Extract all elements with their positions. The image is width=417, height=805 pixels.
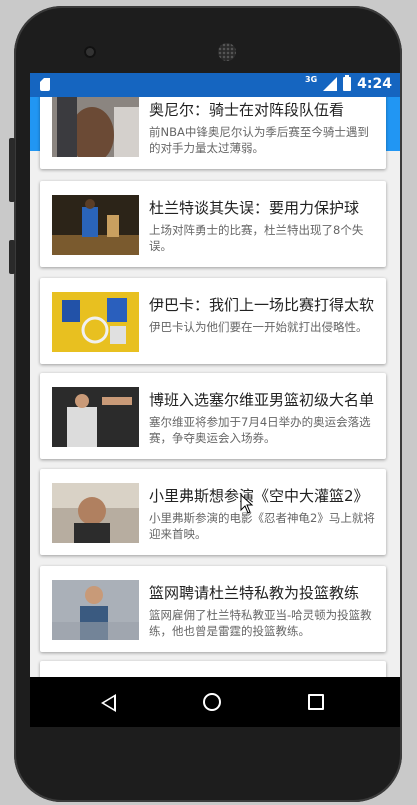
news-title: 博班入选塞尔维亚男篮初级大名单 [149, 391, 375, 409]
news-title: 杜兰特谈其失误：要用力保护球 [149, 199, 360, 217]
news-desc: 伊巴卡认为他们要在一开始就打出侵略性。 [149, 320, 368, 334]
status-bar: 3G 4:24 [30, 73, 400, 97]
status-clock: 4:24 [357, 76, 392, 92]
news-card[interactable]: 博班入选塞尔维亚男篮初级大名单 塞尔维亚将参加于7月4日举办的奥运会落选赛，争夺… [40, 373, 386, 459]
news-thumbnail [52, 292, 139, 352]
news-desc: 上场对阵勇士的比赛，杜兰特出现了8个失误。 [149, 223, 364, 253]
network-type: 3G [305, 75, 318, 84]
news-title: 篮网聘请杜兰特私教为投篮教练 [149, 584, 360, 602]
sd-card-icon [40, 78, 50, 91]
news-desc: 前NBA中锋奥尼尔认为季后赛至今骑士遇到的对手力量太过薄弱。 [149, 125, 369, 155]
navigation-bar [30, 677, 400, 727]
news-thumbnail [52, 483, 139, 543]
earpiece-speaker [218, 43, 236, 61]
news-card[interactable]: 杜兰特谈其失误：要用力保护球 上场对阵勇士的比赛，杜兰特出现了8个失误。 [40, 181, 386, 267]
news-desc: 小里弗斯参演的电影《忍者神龟2》马上就将迎来首映。 [149, 511, 375, 541]
recent-apps-icon[interactable] [308, 694, 324, 710]
power-button [9, 240, 15, 274]
news-desc: 篮网雇佣了杜兰特私教亚当-哈灵顿为投篮教练，他也曾是雷霆的投篮教练。 [149, 608, 372, 638]
back-icon[interactable] [101, 694, 116, 712]
news-title: 伊巴卡：我们上一场比赛打得太软 [149, 296, 375, 314]
battery-icon [343, 75, 352, 91]
news-list[interactable]: 奥尼尔：骑士在对阵段队伍看 前NBA中锋奥尼尔认为季后赛至今骑士遇到的对手力量太… [30, 73, 400, 727]
news-thumbnail [52, 580, 139, 640]
news-desc: 塞尔维亚将参加于7月4日举办的奥运会落选赛，争夺奥运会入场券。 [149, 415, 371, 445]
front-camera [84, 46, 96, 58]
news-thumbnail [52, 195, 139, 255]
screen: 3G 4:24 奥尼尔：骑士在对阵段队伍看 前NBA中锋奥尼尔认为季后赛至今骑士… [30, 73, 400, 727]
home-icon[interactable] [203, 693, 221, 711]
news-thumbnail [52, 97, 139, 157]
volume-button [9, 138, 15, 202]
mouse-cursor-icon [240, 494, 254, 514]
news-card[interactable]: 篮网聘请杜兰特私教为投篮教练 篮网雇佣了杜兰特私教亚当-哈灵顿为投篮教练，他也曾… [40, 566, 386, 652]
news-card[interactable]: 小里弗斯想参演《空中大灌篮2》 小里弗斯参演的电影《忍者神龟2》马上就将迎来首映… [40, 469, 386, 555]
news-title: 小里弗斯想参演《空中大灌篮2》 [149, 487, 369, 505]
news-title: 奥尼尔：骑士在对阵段队伍看 [149, 101, 345, 119]
signal-icon [323, 77, 338, 91]
news-thumbnail [52, 387, 139, 447]
news-card[interactable]: 伊巴卡：我们上一场比赛打得太软 伊巴卡认为他们要在一开始就打出侵略性。 [40, 278, 386, 364]
